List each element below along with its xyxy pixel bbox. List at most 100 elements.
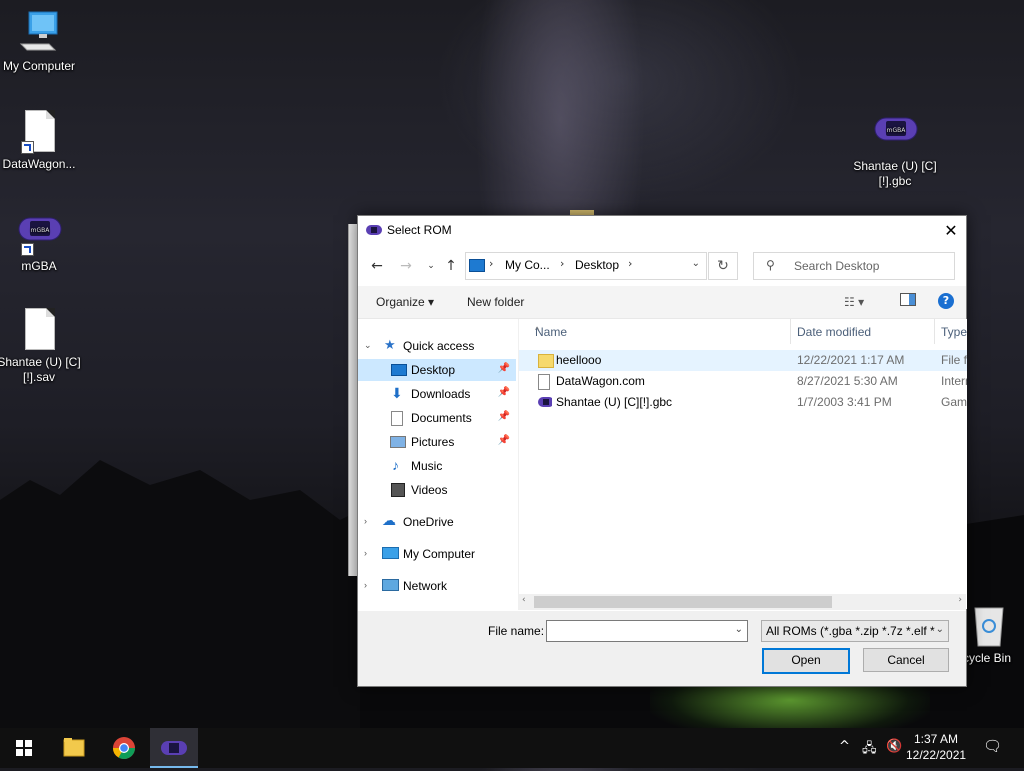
chevron-down-icon[interactable]: ⌄ (735, 624, 743, 635)
file-type-select[interactable]: All ROMs (*.gba *.zip *.7z *.elf * ⌄ (761, 620, 949, 642)
nav-my-computer[interactable]: › My Computer (358, 543, 516, 565)
dialog-title: Select ROM (387, 223, 452, 237)
desktop-icon-my-computer[interactable]: My Computer (0, 10, 81, 74)
address-dropdown-icon[interactable]: ⌄ (692, 258, 700, 269)
desktop-icon-mgba[interactable]: mGBA mGBA (0, 210, 81, 274)
scrollbar-thumb[interactable] (534, 596, 832, 608)
show-hidden-icons-icon[interactable]: ^ (839, 739, 850, 754)
column-header-date[interactable]: Date modified (791, 319, 935, 344)
recent-locations-chevron-icon[interactable]: ⌄ (422, 257, 440, 275)
cloud-icon: ☁ (382, 512, 396, 528)
nav-onedrive[interactable]: › ☁ OneDrive (358, 511, 516, 533)
desktop-icon-label: My Computer (2, 59, 76, 73)
recycle-bin-icon (974, 607, 1004, 647)
expand-chevron-icon[interactable]: › (364, 548, 367, 558)
nav-label: OneDrive (403, 515, 454, 529)
shortcut-arrow-icon (21, 141, 34, 154)
navigation-pane: ⌄ ★ Quick access Desktop 📌 ⬇ Downloads 📌… (358, 319, 518, 609)
nav-pictures[interactable]: Pictures 📌 (358, 431, 516, 453)
nav-music[interactable]: ♪ Music (358, 455, 516, 477)
nav-quick-access[interactable]: ⌄ ★ Quick access (358, 335, 516, 357)
preview-pane-icon[interactable] (900, 293, 916, 310)
pictures-icon (390, 436, 406, 448)
taskbar-file-explorer[interactable] (50, 728, 98, 768)
file-type: Intern (941, 374, 967, 388)
file-row[interactable]: heellooo 12/22/2021 1:17 AM File fo (519, 350, 967, 371)
documents-icon (391, 411, 403, 426)
nav-videos[interactable]: Videos (358, 479, 516, 501)
file-name-input[interactable]: ⌄ (546, 620, 748, 642)
nav-label: Network (403, 579, 448, 593)
open-button[interactable]: Open (762, 648, 850, 674)
expand-chevron-icon[interactable]: ⌄ (364, 340, 372, 351)
search-placeholder: Search Desktop (794, 259, 880, 273)
windows-logo-icon (16, 740, 32, 756)
nav-network[interactable]: › Network (358, 575, 516, 597)
computer-icon (19, 11, 58, 51)
desktop-icon-shantae-sav[interactable]: Shantae (U) [C][!].sav (0, 306, 81, 385)
search-box[interactable]: ⚲ Search Desktop (753, 252, 955, 280)
network-icon (382, 579, 399, 591)
network-icon[interactable]: 🖧 (862, 739, 877, 761)
forward-arrow-icon[interactable]: → (397, 257, 415, 275)
volume-muted-icon[interactable]: 🔇 (886, 739, 902, 754)
nav-downloads[interactable]: ⬇ Downloads 📌 (358, 383, 516, 405)
file-date: 12/22/2021 1:17 AM (797, 353, 905, 367)
file-type-value: All ROMs (*.gba *.zip *.7z *.elf * (766, 624, 935, 638)
pin-icon: 📌 (497, 387, 510, 398)
column-header-name[interactable]: Name ^ (519, 319, 791, 344)
desktop-folder-icon (469, 259, 485, 272)
star-icon: ★ (384, 337, 396, 352)
nav-label: My Computer (403, 547, 476, 561)
up-arrow-icon[interactable]: ↑ (442, 257, 460, 275)
start-button[interactable] (0, 728, 48, 768)
file-row[interactable]: DataWagon.com 8/27/2021 5:30 AM Intern (519, 371, 967, 392)
folder-icon (538, 354, 554, 368)
address-bar[interactable]: › My Co... › Desktop › ⌄ (465, 252, 707, 280)
notification-icon[interactable]: 🗨 (983, 737, 1002, 755)
expand-chevron-icon[interactable]: › (364, 580, 367, 590)
help-icon[interactable]: ? (938, 293, 954, 309)
taskbar-mgba[interactable] (150, 728, 198, 768)
breadcrumb-separator-icon: › (628, 257, 633, 270)
nav-desktop[interactable]: Desktop 📌 (358, 359, 516, 381)
desktop-folder-icon (391, 364, 407, 376)
organize-button[interactable]: Organize ▾ (376, 295, 434, 309)
desktop-icon-datawagon[interactable]: DataWagon... (0, 108, 81, 172)
pin-icon: 📌 (497, 411, 510, 422)
desktop-icon-shantae-gbc[interactable]: mGBA Shantae (U) [C][!].gbc (853, 110, 937, 189)
refresh-button[interactable]: ↻ (708, 252, 738, 280)
nav-documents[interactable]: Documents 📌 (358, 407, 516, 429)
clock[interactable]: 1:37 AM 12/22/2021 (906, 731, 966, 763)
scroll-left-icon[interactable]: ‹ (522, 595, 526, 605)
command-bar: Organize ▾ New folder ☷ ▾ ? (358, 286, 966, 319)
chrome-icon (113, 737, 135, 759)
nav-label: Documents (411, 411, 472, 425)
svg-text:mGBA: mGBA (887, 127, 907, 134)
file-icon (25, 308, 55, 350)
computer-icon (382, 547, 399, 559)
cancel-button[interactable]: Cancel (863, 648, 949, 672)
view-options-icon[interactable]: ☷ ▾ (844, 295, 864, 309)
file-row[interactable]: Shantae (U) [C][!].gbc 1/7/2003 3:41 PM … (519, 392, 967, 413)
nav-label: Downloads (411, 387, 471, 401)
dialog-titlebar[interactable]: Select ROM ✕ (358, 216, 966, 246)
back-arrow-icon[interactable]: ← (368, 257, 386, 275)
chevron-down-icon[interactable]: ⌄ (936, 624, 944, 635)
internet-shortcut-icon (538, 374, 550, 390)
dialog-footer: File name: ⌄ All ROMs (*.gba *.zip *.7z … (358, 611, 966, 686)
close-button[interactable]: ✕ (936, 216, 966, 246)
expand-chevron-icon[interactable]: › (364, 516, 367, 526)
scroll-right-icon[interactable]: › (958, 595, 962, 605)
breadcrumb-my-computer[interactable]: My Co... (505, 258, 550, 272)
new-folder-button[interactable]: New folder (467, 295, 524, 309)
download-arrow-icon: ⬇ (391, 385, 403, 401)
column-header-type[interactable]: Type (935, 319, 975, 344)
nav-label: Quick access (403, 339, 475, 353)
taskbar-chrome[interactable] (100, 728, 148, 768)
breadcrumb-desktop[interactable]: Desktop (575, 258, 619, 272)
taskbar: ^ 🖧 🔇 1:37 AM 12/22/2021 🗨 (0, 728, 1024, 768)
horizontal-scrollbar[interactable]: ‹ › (518, 594, 966, 610)
pin-icon: 📌 (497, 363, 510, 374)
select-rom-dialog: Select ROM ✕ ← → ⌄ ↑ › My Co... › Deskto… (357, 215, 967, 687)
